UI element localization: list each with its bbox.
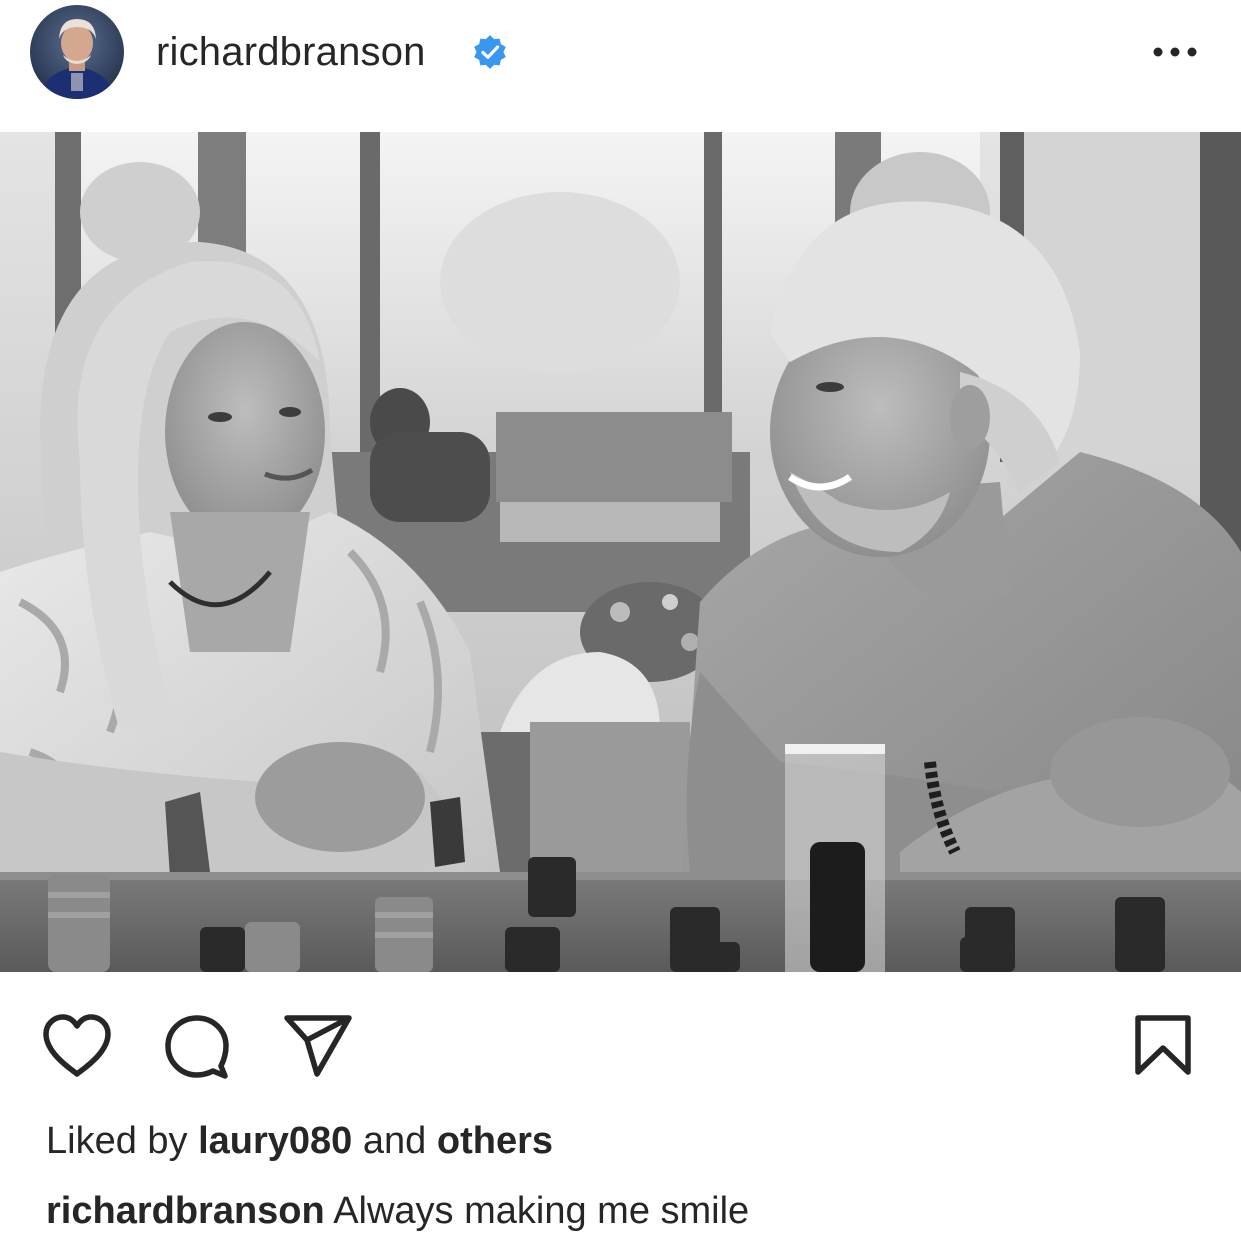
likes-line: Liked by laury080 and others [46, 1116, 553, 1166]
post-header: richardbranson [0, 0, 1241, 132]
likes-prefix: Liked by [46, 1120, 199, 1162]
action-bar [0, 972, 1241, 1082]
post-username[interactable]: richardbranson [156, 24, 426, 80]
likes-middle: and [352, 1120, 437, 1162]
caption-text: Always making me smile [324, 1190, 750, 1232]
caption-line: richardbranson Always making me smile [46, 1186, 749, 1236]
bookmark-icon[interactable] [1134, 1014, 1192, 1076]
post-photo[interactable] [0, 132, 1241, 972]
verified-badge-icon [474, 35, 506, 69]
likes-others-link[interactable]: others [437, 1120, 553, 1162]
caption-username-link[interactable]: richardbranson [46, 1190, 325, 1232]
post-image [0, 132, 1241, 972]
heart-icon[interactable] [42, 1014, 112, 1078]
comment-icon[interactable] [163, 1014, 231, 1080]
avatar-image [30, 5, 124, 99]
liked-by-user-link[interactable]: laury080 [198, 1120, 352, 1162]
paper-plane-icon[interactable] [283, 1014, 353, 1078]
more-options-icon[interactable] [1148, 34, 1202, 70]
avatar[interactable] [30, 5, 124, 99]
